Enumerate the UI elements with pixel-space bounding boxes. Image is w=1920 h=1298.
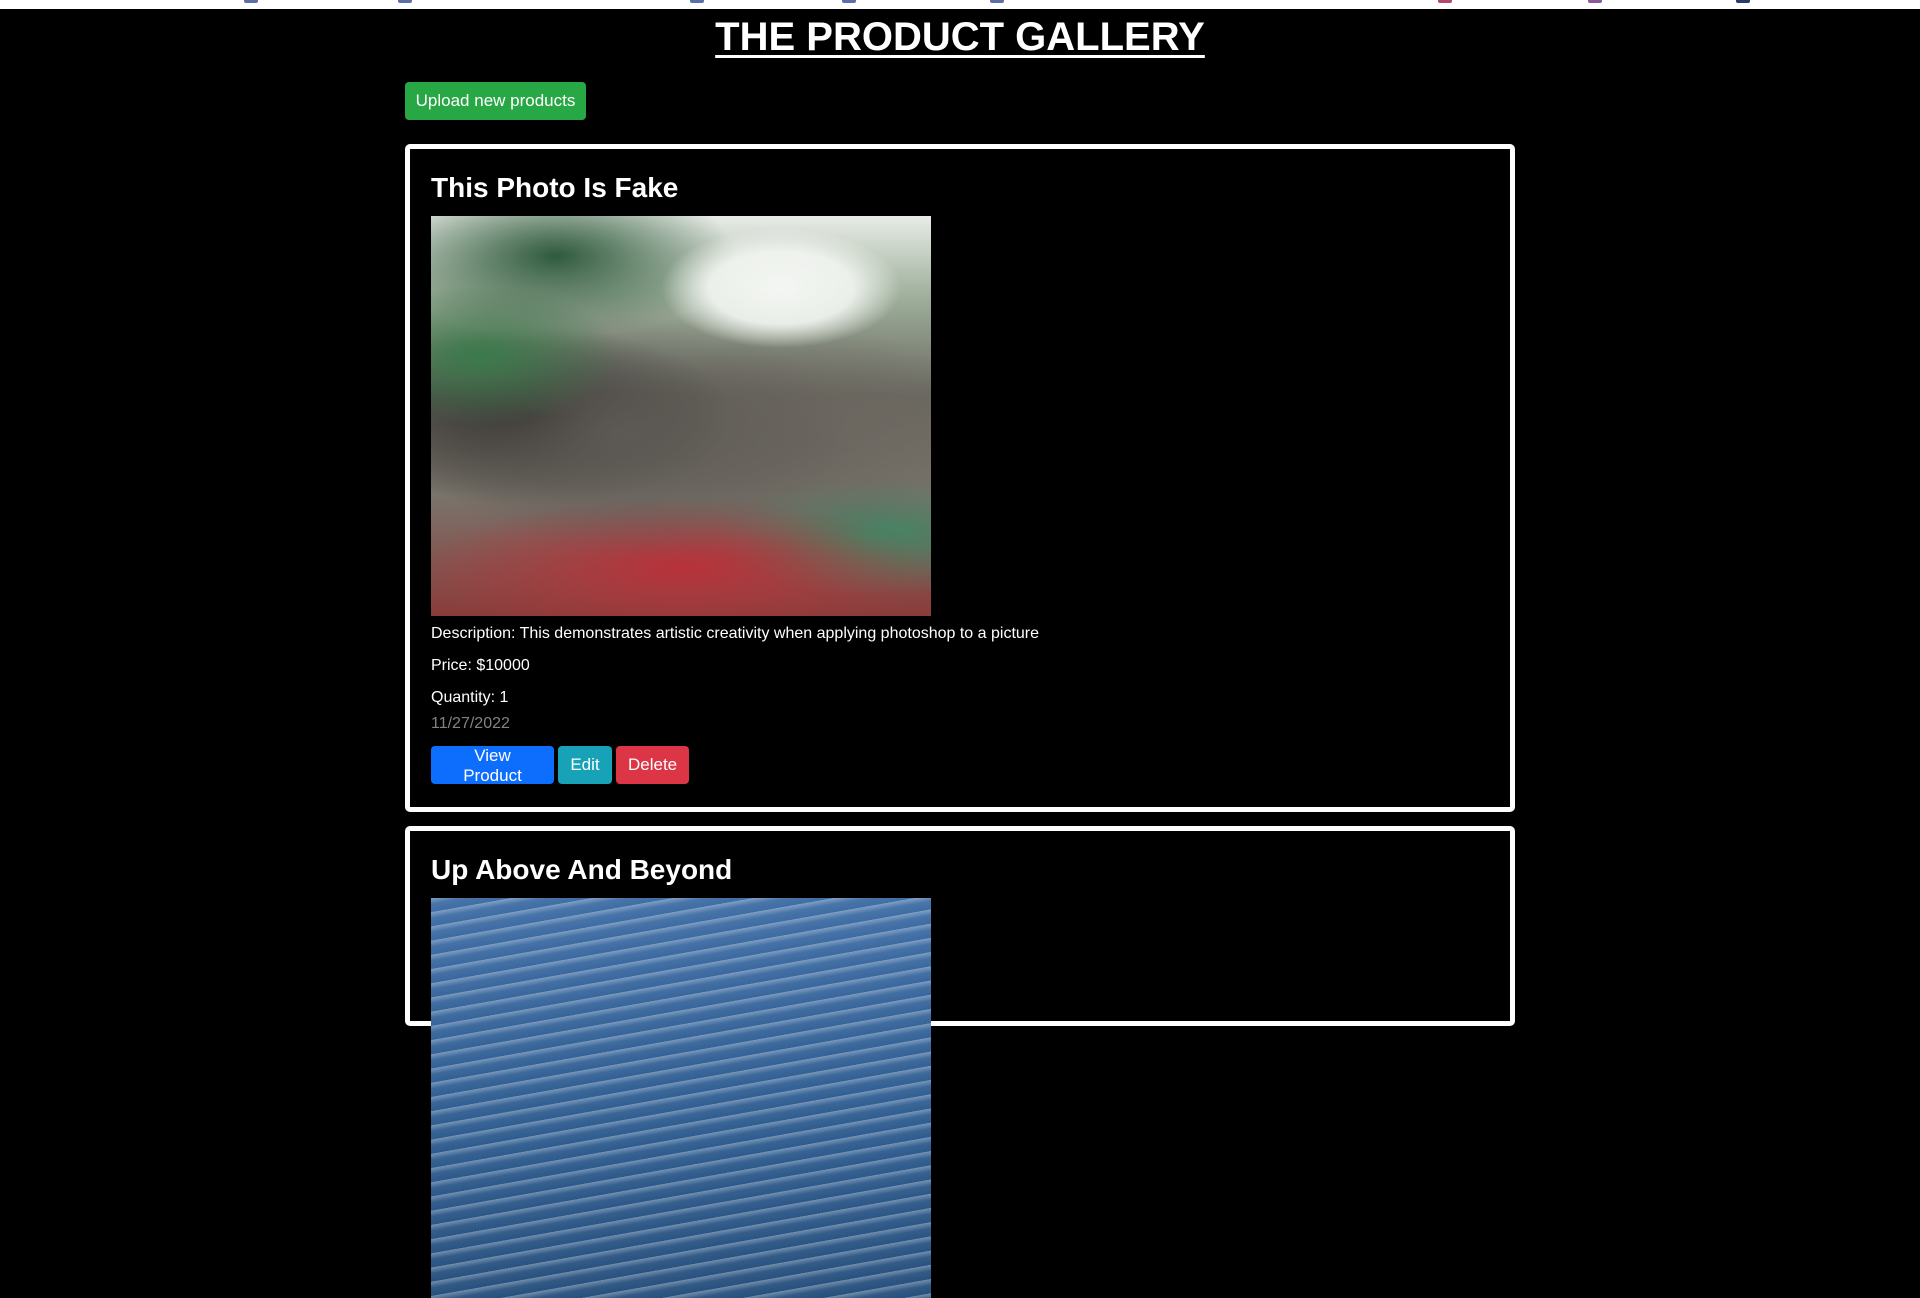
product-image	[431, 216, 931, 616]
product-card: This Photo Is Fake Description: This dem…	[405, 144, 1515, 812]
product-date: 11/27/2022	[431, 715, 510, 732]
bookmark-icon[interactable]	[1438, 0, 1452, 3]
browser-bookmark-strip	[0, 0, 1920, 9]
bookmark-icon[interactable]	[398, 0, 412, 3]
view-product-button[interactable]: View Product	[431, 746, 554, 785]
bookmark-icon[interactable]	[690, 0, 704, 3]
product-price: Price: $10000	[431, 657, 530, 674]
upload-new-products-button[interactable]: Upload new products	[405, 82, 586, 120]
product-image	[431, 898, 931, 1298]
product-description: Description: This demonstrates artistic …	[431, 625, 1040, 642]
gallery-page: THE PRODUCT GALLERY Upload new products …	[0, 9, 1920, 1298]
page-title: THE PRODUCT GALLERY	[715, 15, 1205, 59]
product-quantity: Quantity: 1	[431, 689, 509, 706]
bookmark-icon[interactable]	[842, 0, 856, 3]
edit-button[interactable]: Edit	[558, 746, 612, 784]
product-title: This Photo Is Fake	[431, 172, 679, 203]
product-title: Up Above And Beyond	[431, 854, 733, 885]
product-card: Up Above And Beyond	[405, 826, 1515, 1298]
bookmark-icon[interactable]	[1588, 0, 1602, 3]
bookmark-icon[interactable]	[244, 0, 258, 3]
delete-button[interactable]: Delete	[616, 746, 689, 784]
bookmark-icon[interactable]	[990, 0, 1004, 3]
bookmark-icon[interactable]	[1736, 0, 1750, 3]
